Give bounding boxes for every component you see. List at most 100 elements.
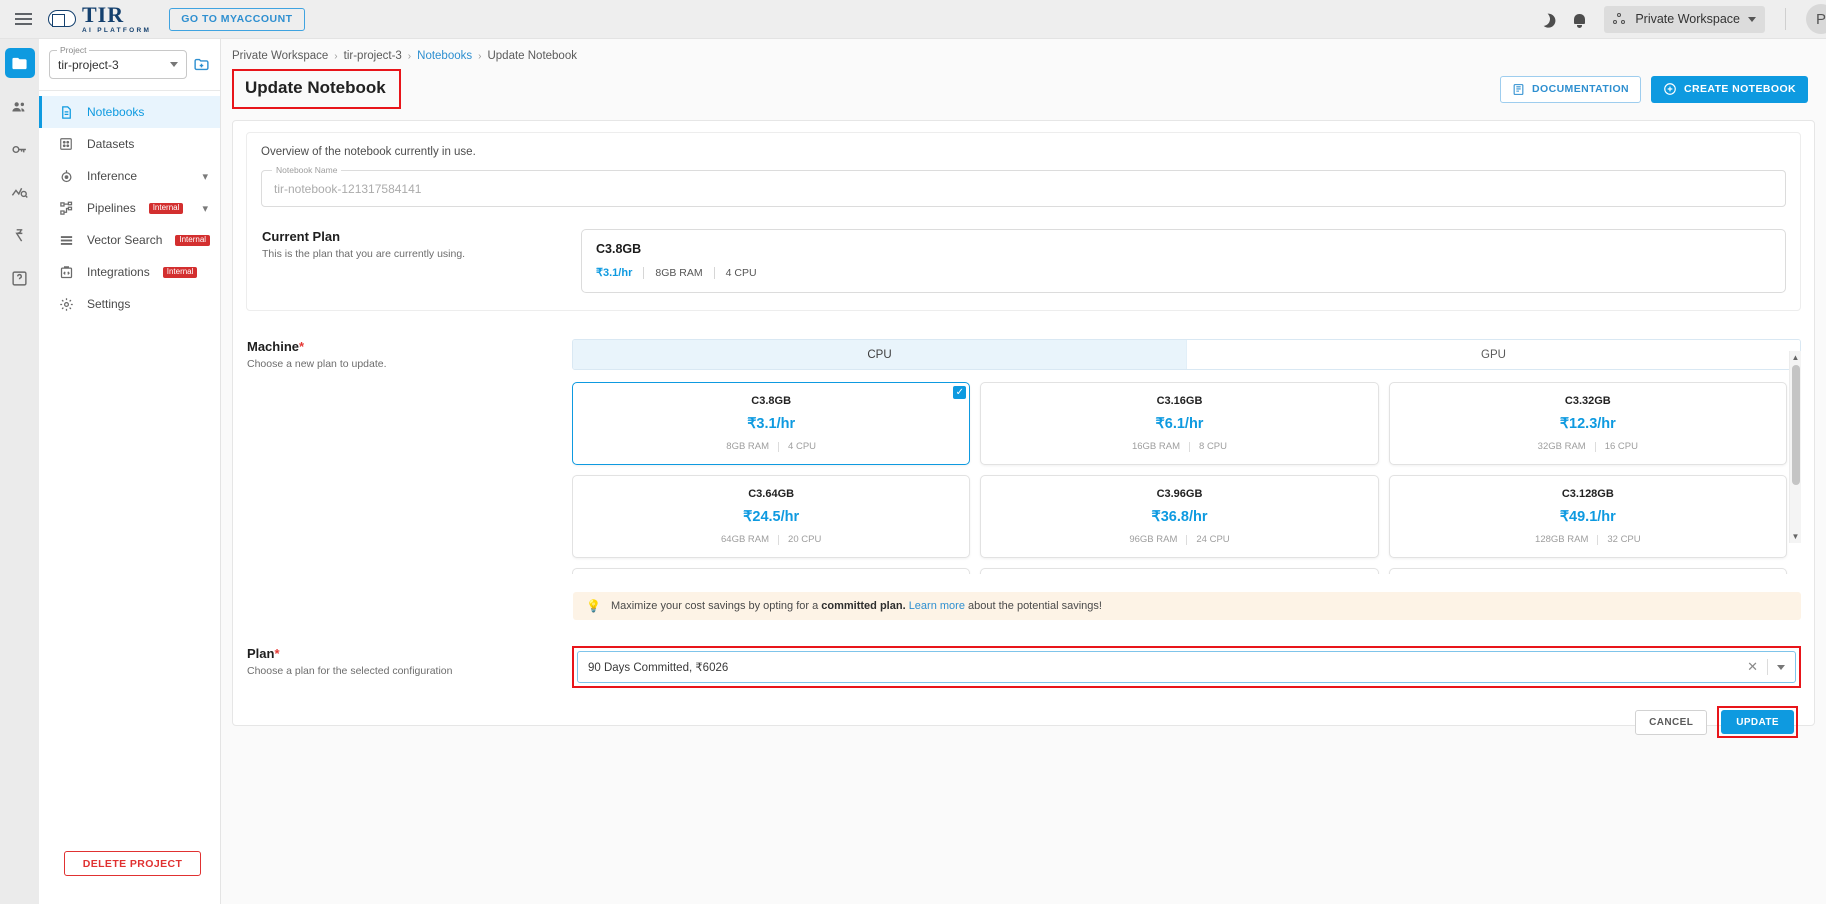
bell-icon[interactable] (1568, 8, 1590, 30)
plan-select-dropdown[interactable]: 90 Days Committed, ₹6026 ✕ (577, 651, 1796, 683)
notice-text-after: about the potential savings! (968, 600, 1102, 612)
machine-plan-name: C3.16GB (1156, 395, 1203, 407)
chevron-down-icon[interactable]: ▾ (202, 170, 208, 183)
current-plan-card: C3.8GB ₹3.1/hr 8GB RAM 4 CPU (581, 229, 1786, 293)
status-badge: Internal (162, 266, 198, 278)
tab-gpu[interactable]: GPU (1186, 340, 1800, 369)
project-legend: Project (57, 45, 90, 55)
breadcrumb-item-project: tir-project-3 (343, 50, 402, 62)
avatar[interactable]: P (1806, 4, 1826, 34)
chevron-down-icon[interactable] (1777, 664, 1785, 670)
plus-circle-icon (1664, 83, 1676, 95)
required-mark: * (299, 339, 305, 354)
sidebar-item-pipelines[interactable]: Pipelines Internal ▾ (39, 192, 220, 224)
machine-plan-price: ₹12.3/hr (1559, 416, 1616, 432)
icon-rail (0, 39, 39, 904)
breadcrumb-item-workspace: Private Workspace (232, 50, 329, 62)
brand-tagline: AI PLATFORM (82, 26, 152, 34)
rail-item-projects[interactable] (4, 48, 35, 78)
machine-plan-card[interactable]: C3.192GB (572, 568, 971, 574)
chevron-down-icon (1748, 16, 1756, 22)
sidebar-item-inference[interactable]: Inference ▾ (39, 160, 220, 192)
rail-item-billing[interactable] (5, 220, 35, 250)
sidebar-item-datasets[interactable]: Datasets (39, 128, 220, 160)
machine-plan-card[interactable]: C3.64GB ₹24.5/hr 64GB RAM 20 CPU (572, 475, 971, 558)
machine-label-text: Machine (247, 339, 300, 354)
moon-icon[interactable] (1532, 8, 1554, 30)
machine-plan-cpu: 32 CPU (1607, 534, 1641, 545)
hamburger-icon[interactable] (0, 13, 46, 25)
new-folder-icon[interactable] (193, 56, 210, 73)
machine-plan-price: ₹24.5/hr (743, 509, 800, 525)
sidebar-item-notebooks[interactable]: Notebooks (39, 96, 220, 128)
machine-plan-ram: 8GB RAM (726, 441, 770, 452)
notice-bold: committed plan. (821, 600, 906, 612)
breadcrumb-item-notebooks[interactable]: Notebooks (417, 50, 472, 62)
main-content: Private Workspace › tir-project-3 › Note… (221, 39, 1826, 904)
machine-plan-name: C3.96GB (1156, 488, 1203, 500)
divider (1594, 441, 1596, 452)
breadcrumb-separator: › (478, 50, 482, 62)
rail-item-help[interactable] (5, 263, 35, 293)
sidebar-item-label: Notebooks (87, 105, 145, 119)
machine-plan-card[interactable]: C3.250GB (980, 568, 1379, 574)
application-window: TIR AI PLATFORM GO TO MYACCOUNT Private … (0, 0, 1826, 904)
go-to-myaccount-button[interactable]: GO TO MYACCOUNT (169, 7, 305, 31)
create-notebook-button[interactable]: CREATE NOTEBOOK (1651, 75, 1808, 103)
rail-item-monitoring[interactable] (5, 177, 35, 207)
grid-icon (58, 136, 74, 152)
rail-item-teams[interactable] (5, 91, 35, 121)
rupee-icon (15, 228, 23, 242)
machine-plan-ram: 128GB RAM (1535, 534, 1589, 545)
sidebar-item-settings[interactable]: Settings (39, 288, 220, 320)
machine-plan-card[interactable]: C3.32GB ₹12.3/hr 32GB RAM 16 CPU (1388, 382, 1787, 465)
update-button[interactable]: UPDATE (1721, 710, 1794, 734)
project-selector[interactable]: Project tir-project-3 (49, 45, 187, 79)
plan-select-highlight: 90 Days Committed, ₹6026 ✕ (572, 646, 1801, 688)
machine-plan-cpu: 20 CPU (788, 534, 822, 545)
current-plan-ram: 8GB RAM (655, 266, 703, 279)
divider (713, 266, 715, 279)
machine-plan-card[interactable]: C3.16GB ₹6.1/hr 16GB RAM 8 CPU (980, 382, 1379, 465)
page-title-highlight: Update Notebook (232, 69, 401, 109)
delete-project-button[interactable]: DELETE PROJECT (64, 851, 201, 876)
plan-select-value: 90 Days Committed, ₹6026 (588, 662, 729, 674)
notebook-name-placeholder: tir-notebook-121317584141 (274, 181, 422, 196)
integrations-icon (58, 264, 74, 280)
overview-panel: Overview of the notebook currently in us… (246, 132, 1801, 311)
question-icon (12, 270, 27, 286)
machine-plan-card[interactable]: C3.96GB ₹36.8/hr 96GB RAM 24 CPU (980, 475, 1379, 558)
machine-plan-card[interactable]: C3.8GB ₹3.1/hr 8GB RAM 4 CPU ✓ (572, 382, 971, 465)
sidebar-item-vector-search[interactable]: Vector Search Internal (39, 224, 220, 256)
form-footer: CANCEL UPDATE (233, 688, 1814, 738)
divider (778, 534, 780, 545)
learn-more-link[interactable]: Learn more (909, 600, 965, 612)
chevron-down-icon[interactable]: ▾ (202, 202, 208, 215)
cancel-button[interactable]: CANCEL (1635, 709, 1708, 735)
sidebar-item-integrations[interactable]: Integrations Internal (39, 256, 220, 288)
machine-plan-name: C3.64GB (748, 488, 795, 500)
machine-plan-price: ₹49.1/hr (1559, 509, 1616, 525)
tab-cpu[interactable]: CPU (573, 340, 1186, 369)
divider (643, 266, 645, 279)
list-icon (58, 232, 74, 248)
machine-list-scrollbar[interactable]: ▲ ▼ (1789, 351, 1801, 543)
machine-section: Machine* Choose a new plan to update. CP… (233, 311, 1814, 574)
machine-type-tabs: CPU GPU (572, 339, 1801, 370)
close-icon[interactable]: ✕ (1747, 659, 1758, 675)
machine-plan-card[interactable]: C3.128GB ₹49.1/hr 128GB RAM 32 CPU (1388, 475, 1787, 558)
machine-plan-name: C3.32GB (1564, 395, 1611, 407)
rail-item-api-keys[interactable] (5, 134, 35, 164)
scroll-up-icon[interactable]: ▲ (1792, 353, 1800, 362)
documentation-button[interactable]: DOCUMENTATION (1500, 75, 1642, 103)
notebook-name-input[interactable]: Notebook Name tir-notebook-121317584141 (261, 165, 1786, 207)
scrollbar-thumb[interactable] (1792, 365, 1800, 485)
divider (1186, 534, 1188, 545)
workspace-selector[interactable]: Private Workspace (1604, 5, 1765, 33)
scroll-down-icon[interactable]: ▼ (1792, 532, 1800, 541)
machine-plan-card[interactable] (1388, 568, 1787, 574)
machine-plan-list: C3.8GB ₹3.1/hr 8GB RAM 4 CPU ✓ C3.16GB ₹… (572, 382, 1801, 574)
sidebar-nav: Notebooks Datasets Inference ▾ Pipelines… (39, 91, 220, 320)
notebook-name-legend: Notebook Name (272, 165, 342, 175)
sidebar-item-label: Settings (87, 297, 131, 311)
